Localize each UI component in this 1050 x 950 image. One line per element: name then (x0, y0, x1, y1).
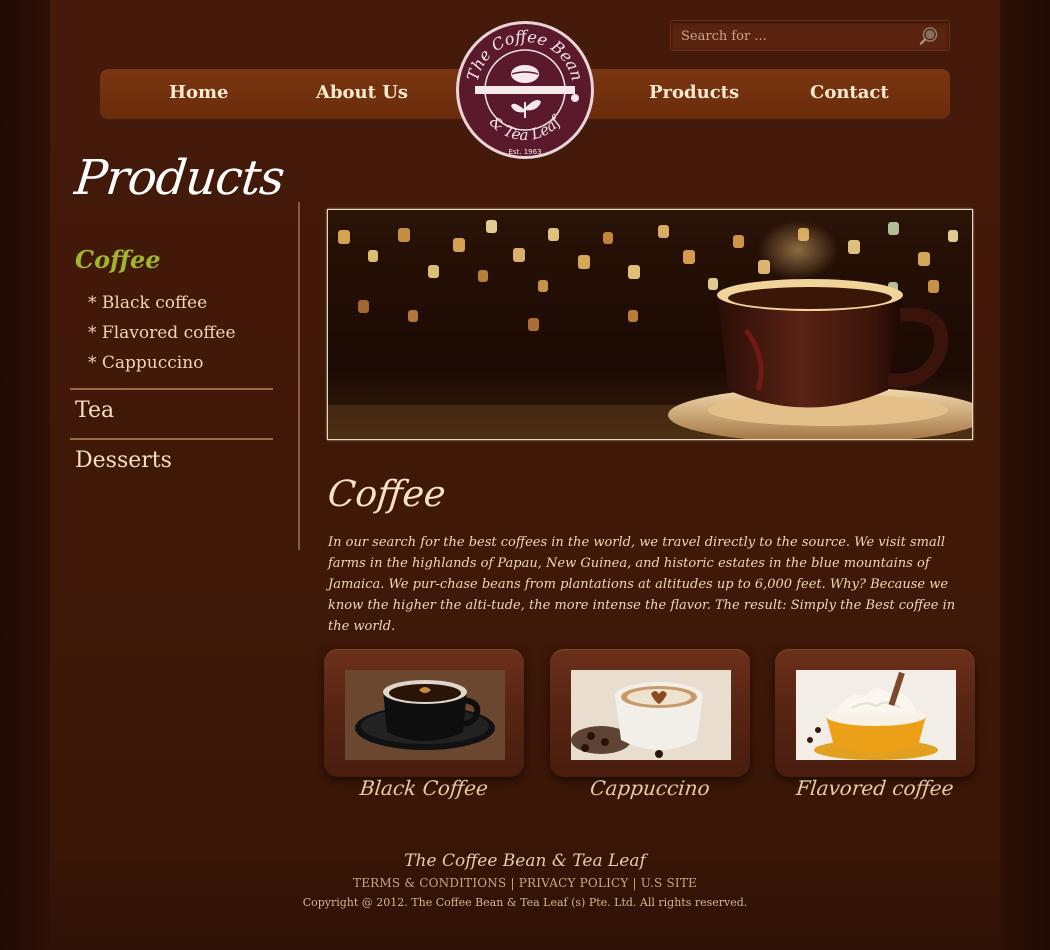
footer-separator: | (632, 876, 641, 890)
sub-item-cappuccino[interactable]: * Cappuccino (88, 352, 236, 382)
right-page-shadow (1000, 0, 1050, 950)
footer-link-privacy[interactable]: PRIVACY POLICY (519, 876, 629, 890)
footer-link-us-site[interactable]: U.S SITE (641, 876, 697, 890)
category-tea[interactable]: Tea (75, 398, 114, 423)
sub-item-black-coffee[interactable]: * Black coffee (88, 292, 236, 322)
coffee-sub-list: * Black coffee * Flavored coffee * Cappu… (88, 292, 236, 382)
category-coffee-active[interactable]: Coffee (75, 245, 161, 274)
sidebar-divider (70, 388, 273, 390)
nav-about-us[interactable]: About Us (316, 82, 408, 103)
product-card-flavored-coffee[interactable] (775, 649, 975, 777)
search-input[interactable] (679, 26, 903, 46)
cappuccino-thumbnail (571, 670, 731, 760)
category-desserts[interactable]: Desserts (75, 448, 172, 473)
column-separator (298, 202, 300, 550)
product-card-black-coffee[interactable] (324, 649, 524, 777)
product-label-black-coffee[interactable]: Black Coffee (323, 776, 526, 800)
sidebar-divider (70, 438, 273, 440)
product-card-cappuccino[interactable] (550, 649, 750, 777)
footer-brand: The Coffee Bean & Tea Leaf (404, 851, 646, 871)
svg-text:Est. 1963: Est. 1963 (508, 148, 541, 156)
nav-home[interactable]: Home (169, 82, 229, 103)
footer-links: TERMS & CONDITIONS | PRIVACY POLICY | U.… (0, 876, 1050, 890)
footer-link-terms[interactable]: TERMS & CONDITIONS (353, 876, 506, 890)
coffee-cup-photo (328, 210, 972, 439)
left-page-shadow (0, 0, 50, 950)
sidebar-title: Products (72, 150, 287, 206)
content-title: Coffee (325, 474, 448, 515)
black-coffee-thumbnail (345, 670, 505, 760)
search-box (670, 20, 950, 51)
flavored-coffee-thumbnail (796, 670, 956, 760)
search-icon[interactable] (919, 26, 939, 46)
product-label-flavored-coffee[interactable]: Flavored coffee (774, 776, 977, 800)
hero-image (327, 209, 973, 440)
nav-products[interactable]: Products (649, 82, 739, 103)
copyright-text: Copyright @ 2012. The Coffee Bean & Tea … (302, 896, 748, 909)
content-description: In our search for the best coffees in th… (328, 535, 956, 634)
footer-separator: | (510, 876, 519, 890)
nav-contact[interactable]: Contact (810, 82, 889, 103)
brand-logo[interactable]: The Coffee Bean & Tea Leaf Est. 1963 (455, 20, 595, 160)
product-label-cappuccino[interactable]: Cappuccino (549, 776, 752, 800)
sub-item-flavored-coffee[interactable]: * Flavored coffee (88, 322, 236, 352)
